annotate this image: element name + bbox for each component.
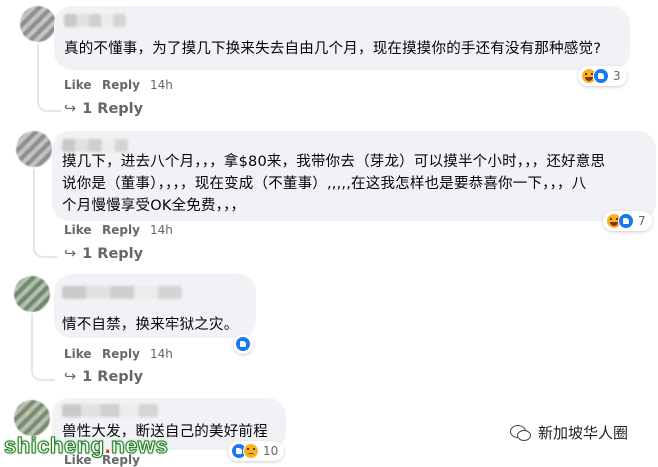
avatar[interactable]: [20, 6, 56, 42]
comment-author[interactable]: [62, 404, 158, 417]
reaction-summary[interactable]: [233, 334, 253, 354]
comment-timestamp[interactable]: 14h: [150, 223, 173, 237]
wechat-icon: [510, 424, 532, 442]
reaction-count: 3: [613, 69, 621, 83]
replies-label: 1 Reply: [82, 101, 144, 117]
reply-button[interactable]: Reply: [102, 78, 140, 92]
thread-connector: [33, 242, 57, 258]
watermark-text: shicheng: [4, 433, 105, 459]
like-button[interactable]: Like: [64, 78, 92, 92]
replies-label: 1 Reply: [82, 246, 144, 262]
view-replies-link[interactable]: ↪ 1 Reply: [64, 101, 143, 117]
avatar[interactable]: [14, 276, 50, 312]
avatar[interactable]: [16, 131, 52, 167]
reply-arrow-icon: ↪: [64, 101, 77, 117]
comment-text: 情不自禁，换来牢狱之灾。: [62, 317, 239, 333]
thread-line: [31, 314, 33, 365]
like-button[interactable]: Like: [64, 347, 92, 361]
like-icon: [593, 68, 609, 84]
watermark-text: news: [111, 433, 169, 459]
thread-connector: [37, 96, 61, 112]
comment-text: 真的不懂事，为了摸几下换来失去自由几个月，现在摸摸你的手还有没有那种感觉?: [64, 41, 602, 57]
reply-button[interactable]: Reply: [102, 347, 140, 361]
reply-arrow-icon: ↪: [64, 246, 77, 262]
like-button[interactable]: Like: [64, 223, 92, 237]
reply-arrow-icon: ↪: [64, 369, 77, 385]
replies-label: 1 Reply: [82, 369, 144, 385]
reaction-count: 10: [263, 444, 279, 458]
reaction-summary[interactable]: 10: [228, 441, 285, 461]
comment-text-line: 个月慢慢享受OK全免费，，，: [62, 198, 246, 214]
watermark-channel-name: 新加坡华人圈: [538, 424, 629, 442]
comment-text-line: 摸几下，进去八个月，，，拿$80来，我带你去（芽龙）可以摸半个小时，，，还好意思: [62, 154, 606, 170]
comment-author[interactable]: [64, 14, 126, 27]
watermark-wechat: 新加坡华人圈: [510, 422, 628, 443]
thread-line: [37, 44, 39, 96]
like-icon: [618, 213, 634, 229]
reply-button[interactable]: Reply: [102, 223, 140, 237]
avatar[interactable]: [14, 400, 50, 436]
view-replies-link[interactable]: ↪ 1 Reply: [64, 246, 143, 262]
comment-timestamp[interactable]: 14h: [150, 78, 173, 92]
thread-line: [33, 169, 35, 242]
comment-text-line: 说你是（董事），，，，现在变成（不董事）,,,,,在这我怎样也是要恭喜你一下，，…: [62, 176, 587, 192]
reaction-count: 7: [638, 214, 646, 228]
reaction-summary[interactable]: 3: [578, 66, 627, 86]
reaction-summary[interactable]: 7: [603, 211, 652, 231]
like-icon: [235, 336, 251, 352]
watermark-shicheng: shicheng.news: [4, 433, 169, 459]
comment-author[interactable]: [62, 286, 182, 299]
comment-timestamp[interactable]: 14h: [150, 347, 173, 361]
sad-icon: [243, 443, 259, 459]
thread-connector: [31, 365, 55, 381]
view-replies-link[interactable]: ↪ 1 Reply: [64, 369, 143, 385]
